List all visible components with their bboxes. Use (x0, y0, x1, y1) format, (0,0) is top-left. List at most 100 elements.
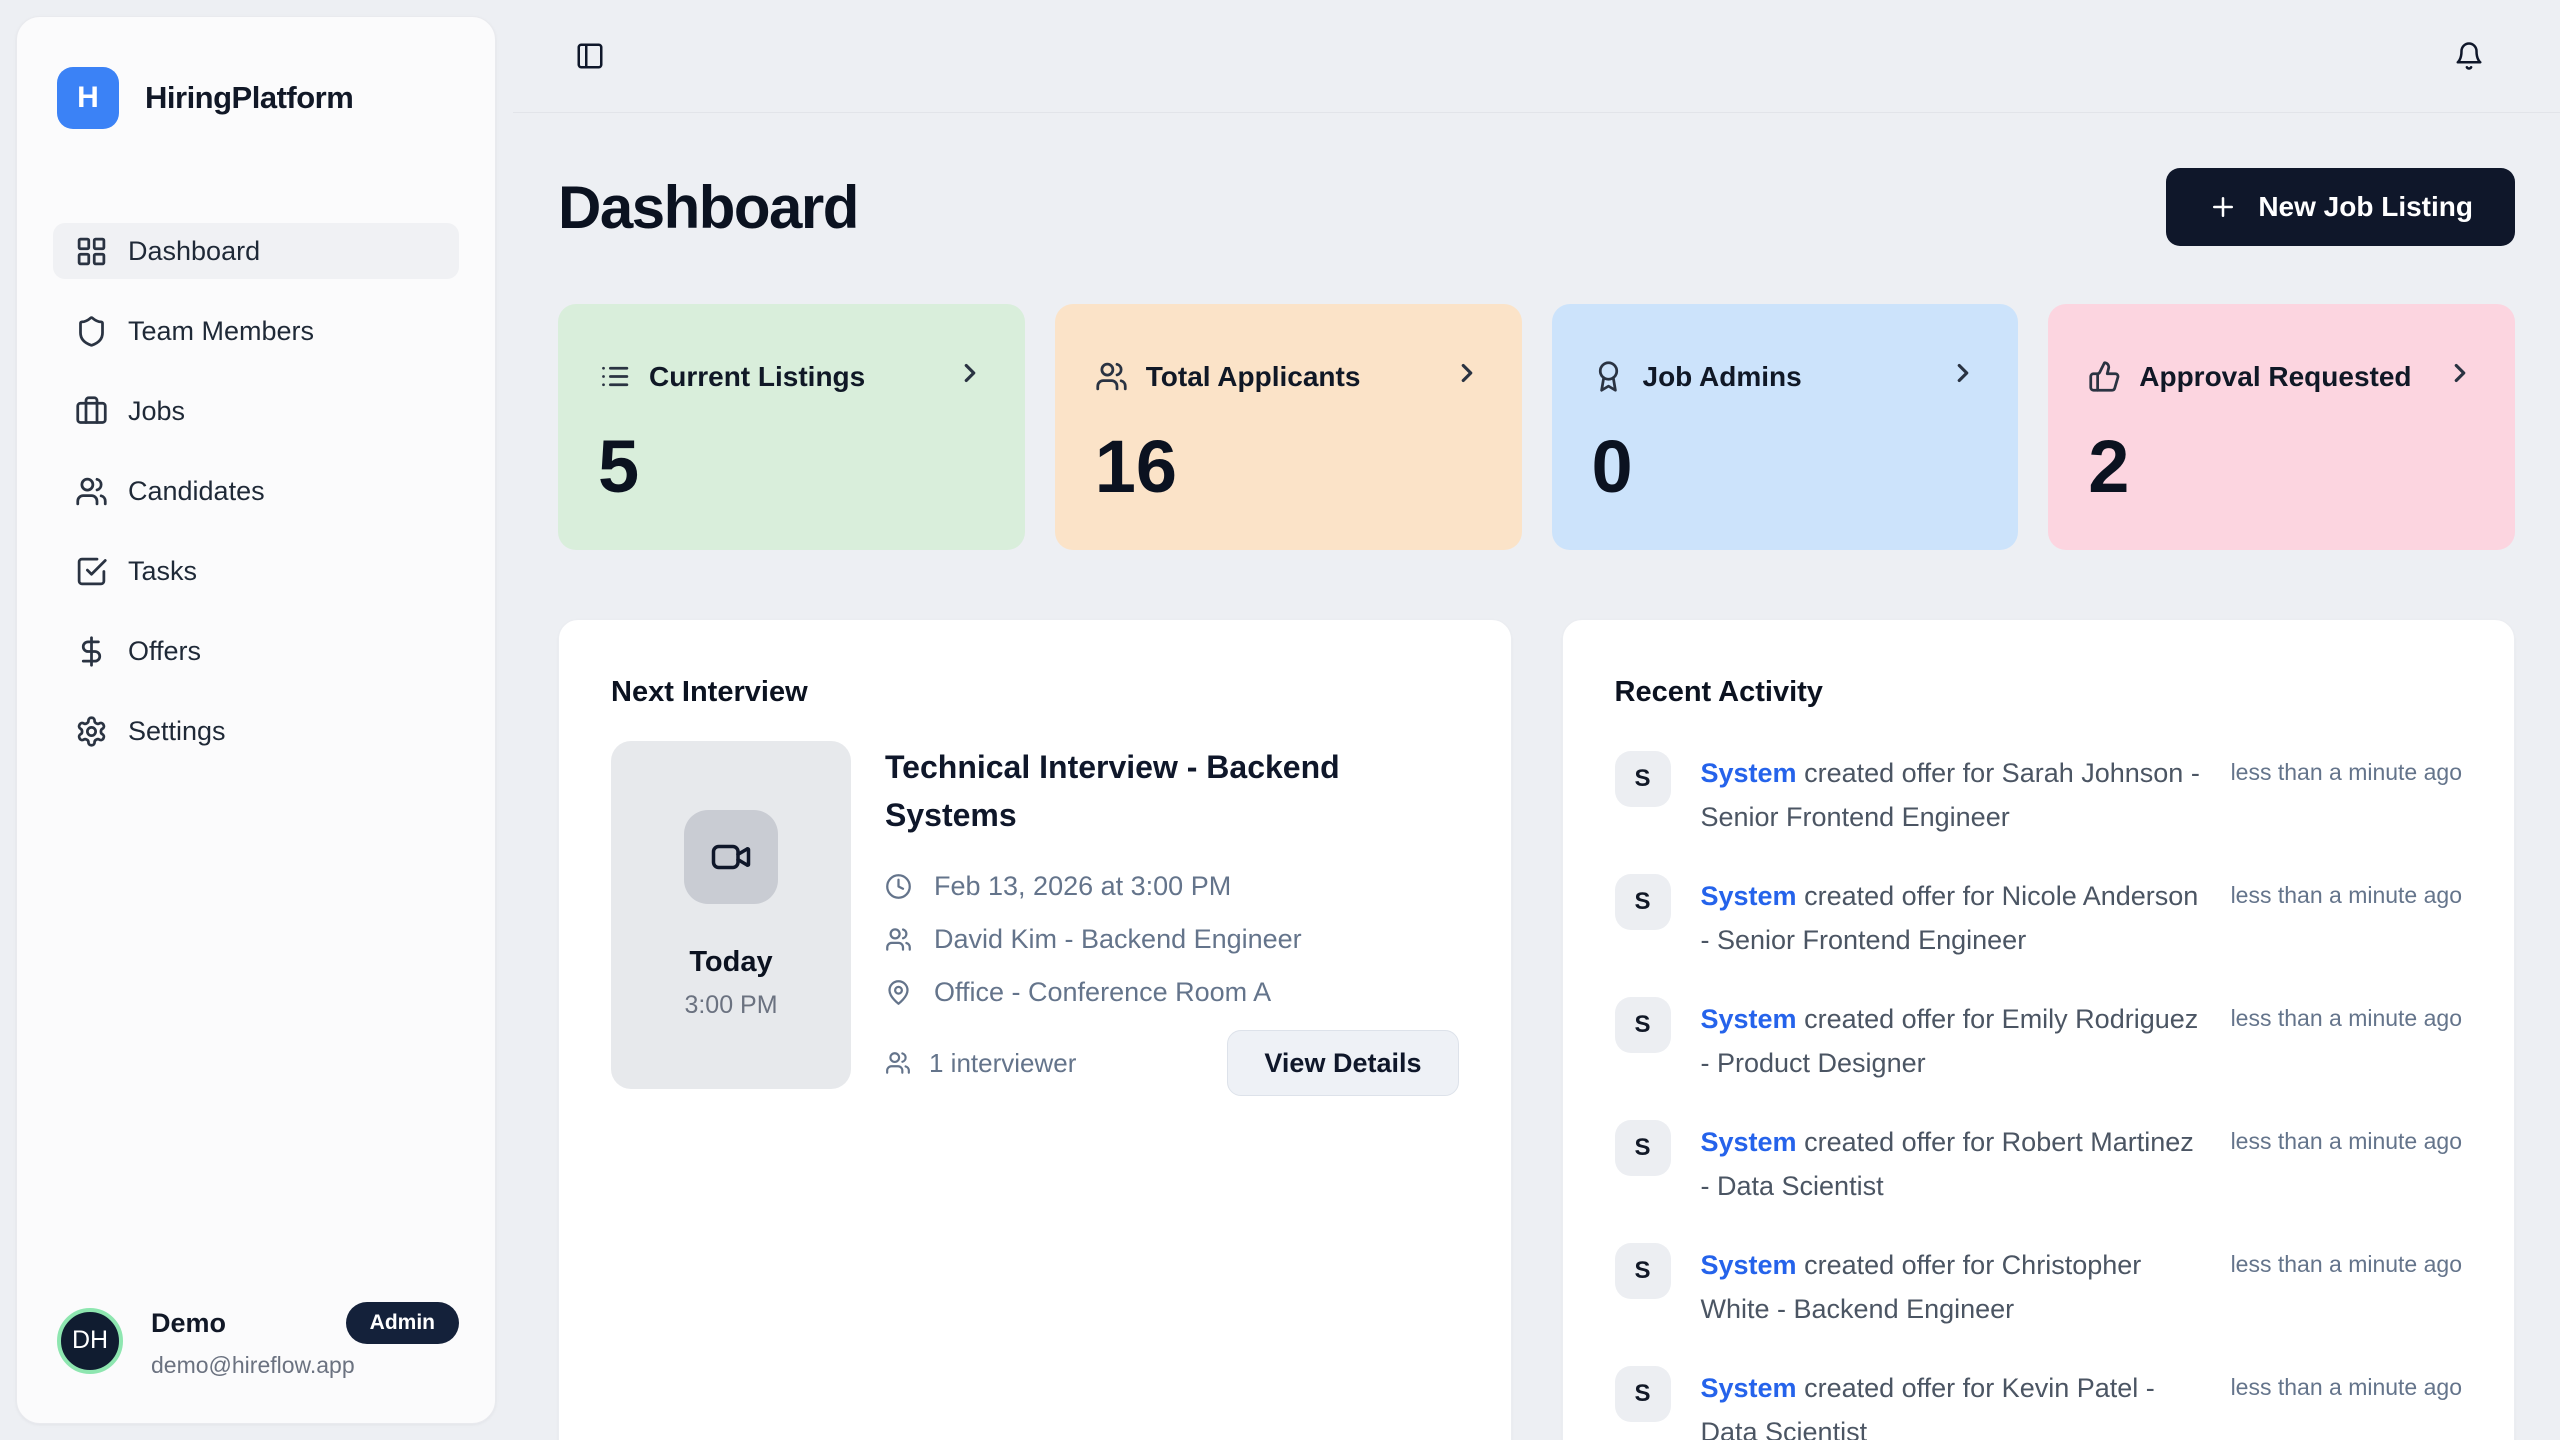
interview-location: Office - Conference Room A (934, 977, 1271, 1008)
map-pin-icon (885, 979, 912, 1006)
activity-avatar: S (1615, 1243, 1671, 1299)
user-menu[interactable]: DH Demo Admin demo@hireflow.app (53, 1302, 459, 1379)
users-icon (75, 475, 108, 508)
activity-text: System created offer for Kevin Patel - D… (1701, 1366, 2201, 1440)
stat-card-current-listings[interactable]: Current Listings 5 (558, 304, 1025, 550)
list-icon (598, 360, 631, 393)
app-logo-letter: H (77, 81, 99, 115)
activity-avatar: S (1615, 1366, 1671, 1422)
sidebar-item-jobs[interactable]: Jobs (53, 383, 459, 439)
activity-avatar: S (1615, 874, 1671, 930)
chevron-right-icon (1452, 358, 1482, 395)
stat-card-job-admins[interactable]: Job Admins 0 (1552, 304, 2019, 550)
users-icon (885, 1050, 911, 1076)
interview-day: Today (689, 946, 772, 979)
sidebar-item-label: Offers (128, 636, 201, 667)
view-details-button[interactable]: View Details (1227, 1030, 1458, 1096)
recent-activity-title: Recent Activity (1615, 676, 2463, 709)
users-icon (885, 926, 912, 953)
new-job-listing-button[interactable]: New Job Listing (2166, 168, 2515, 246)
interviewer-count: 1 interviewer (885, 1048, 1076, 1079)
user-name: Demo (151, 1308, 226, 1339)
stat-card-approval-requested[interactable]: Approval Requested 2 (2048, 304, 2515, 550)
activity-text: System created offer for Robert Martinez… (1701, 1120, 2201, 1208)
sidebar-item-label: Settings (128, 716, 226, 747)
stat-value: 5 (598, 430, 985, 504)
stat-label: Approval Requested (2139, 361, 2411, 393)
activity-item: S System created offer for Emily Rodrigu… (1615, 997, 2463, 1085)
interview-time: 3:00 PM (684, 991, 777, 1020)
new-job-listing-label: New Job Listing (2258, 191, 2473, 223)
activity-avatar: S (1615, 1120, 1671, 1176)
plus-icon (2208, 192, 2238, 222)
role-badge: Admin (346, 1302, 459, 1344)
sidebar-item-tasks[interactable]: Tasks (53, 543, 459, 599)
activity-timestamp: less than a minute ago (2231, 1366, 2462, 1401)
shield-icon (75, 315, 108, 348)
activity-actor[interactable]: System (1701, 881, 1797, 911)
interview-datetime: Feb 13, 2026 at 3:00 PM (934, 871, 1231, 902)
activity-avatar: S (1615, 997, 1671, 1053)
chevron-right-icon (2445, 358, 2475, 395)
activity-actor[interactable]: System (1701, 1004, 1797, 1034)
user-info: Demo Admin demo@hireflow.app (151, 1302, 459, 1379)
thumbs-up-icon (2088, 360, 2121, 393)
activity-timestamp: less than a minute ago (2231, 997, 2462, 1032)
activity-item: S System created offer for Christopher W… (1615, 1243, 2463, 1331)
stat-value: 0 (1592, 430, 1979, 504)
user-email: demo@hireflow.app (151, 1352, 459, 1379)
activity-text: System created offer for Emily Rodriguez… (1701, 997, 2201, 1085)
activity-timestamp: less than a minute ago (2231, 1120, 2462, 1155)
interview-candidate-row: David Kim - Backend Engineer (885, 924, 1459, 955)
sidebar-item-team-members[interactable]: Team Members (53, 303, 459, 359)
activity-actor[interactable]: System (1701, 1127, 1797, 1157)
stat-value: 16 (1095, 430, 1482, 504)
sidebar-item-label: Dashboard (128, 236, 260, 267)
interview-candidate: David Kim - Backend Engineer (934, 924, 1302, 955)
dollar-icon (75, 635, 108, 668)
interview-location-row: Office - Conference Room A (885, 977, 1459, 1008)
interview-title: Technical Interview - Backend Systems (885, 743, 1445, 839)
activity-text: System created offer for Nicole Anderson… (1701, 874, 2201, 962)
main-area: Dashboard New Job Listing Current Listin… (513, 0, 2560, 1440)
stat-cards: Current Listings 5 Total Applicants 16 J… (558, 304, 2515, 550)
sidebar-item-label: Tasks (128, 556, 197, 587)
avatar: DH (57, 1308, 123, 1374)
briefcase-icon (75, 395, 108, 428)
sidebar-item-settings[interactable]: Settings (53, 703, 459, 759)
activity-item: S System created offer for Sarah Johnson… (1615, 751, 2463, 839)
check-square-icon (75, 555, 108, 588)
next-interview-panel: Next Interview Today 3:00 PM Technical I… (558, 619, 1512, 1440)
page-title: Dashboard (558, 173, 858, 242)
sidebar-item-candidates[interactable]: Candidates (53, 463, 459, 519)
dashboard-grid-icon (75, 235, 108, 268)
activity-actor[interactable]: System (1701, 758, 1797, 788)
sidebar-item-label: Team Members (128, 316, 314, 347)
recent-activity-panel: Recent Activity S System created offer f… (1562, 619, 2516, 1440)
brand: H HiringPlatform (53, 67, 459, 129)
clock-icon (885, 873, 912, 900)
activity-timestamp: less than a minute ago (2231, 874, 2462, 909)
activity-text: System created offer for Sarah Johnson -… (1701, 751, 2201, 839)
interview-datetime-row: Feb 13, 2026 at 3:00 PM (885, 871, 1459, 902)
page-head: Dashboard New Job Listing (558, 168, 2515, 246)
activity-actor[interactable]: System (1701, 1373, 1797, 1403)
stat-card-total-applicants[interactable]: Total Applicants 16 (1055, 304, 1522, 550)
sidebar-container: H HiringPlatform Dashboard Team Members … (0, 0, 513, 1440)
sidebar-item-label: Candidates (128, 476, 265, 507)
award-icon (1592, 360, 1625, 393)
content: Dashboard New Job Listing Current Listin… (513, 113, 2560, 1440)
stat-label: Current Listings (649, 361, 865, 393)
app-name: HiringPlatform (145, 80, 353, 116)
activity-item: S System created offer for Kevin Patel -… (1615, 1366, 2463, 1440)
activity-actor[interactable]: System (1701, 1250, 1797, 1280)
sidebar-item-offers[interactable]: Offers (53, 623, 459, 679)
bell-icon[interactable] (2454, 41, 2484, 71)
interviewer-count-label: 1 interviewer (929, 1048, 1076, 1079)
stat-label: Total Applicants (1146, 361, 1361, 393)
sidebar-item-label: Jobs (128, 396, 185, 427)
sidebar-toggle-icon[interactable] (575, 41, 605, 71)
sidebar-item-dashboard[interactable]: Dashboard (53, 223, 459, 279)
users-icon (1095, 360, 1128, 393)
topbar (513, 0, 2560, 113)
